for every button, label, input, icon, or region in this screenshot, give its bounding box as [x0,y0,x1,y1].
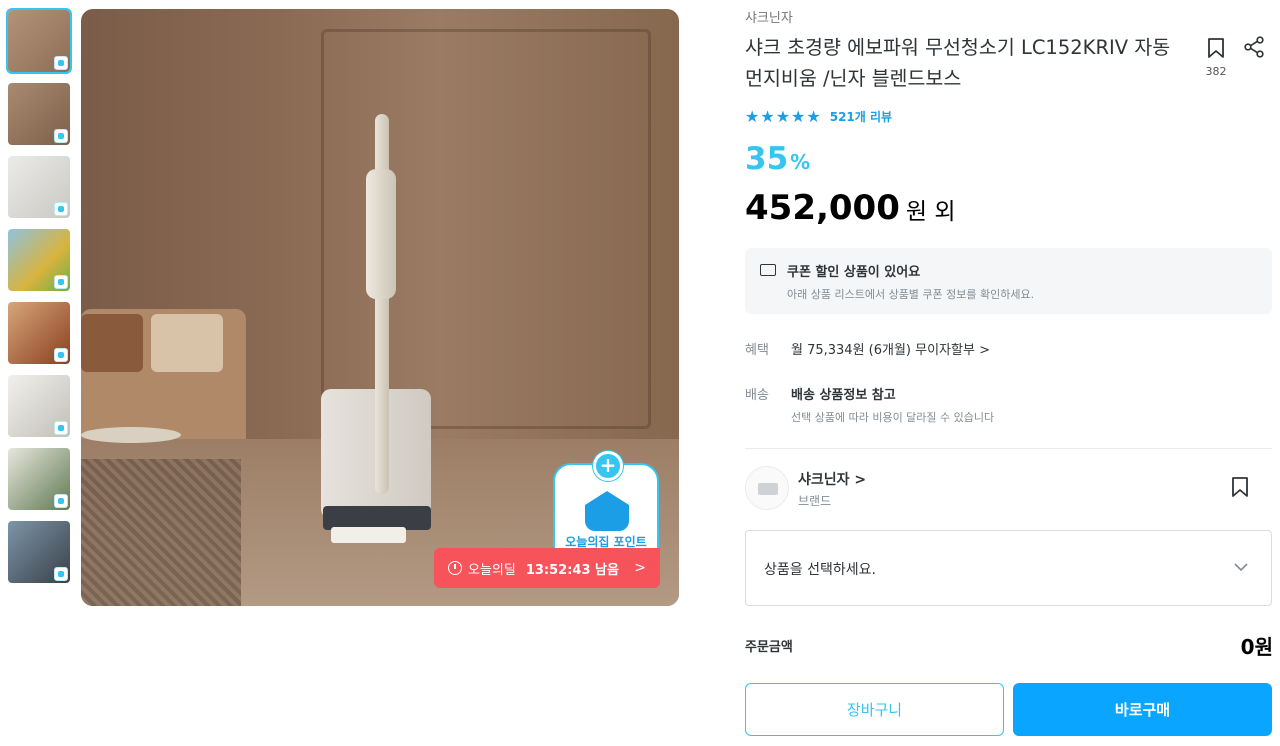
add-to-cart-button[interactable]: 장바구니 [745,683,1004,736]
star-icon: ★ [806,107,821,126]
seller-type: 브랜드 [798,494,832,508]
chevron-down-icon [1234,563,1248,572]
point-badge-icon [54,421,68,435]
point-badge-icon [54,56,68,70]
share-icon [1244,36,1264,58]
bookmark-icon [1232,477,1248,497]
seller-bookmark-button[interactable] [1231,476,1249,502]
clock-icon [448,561,462,575]
star-icon: ★ [760,107,775,126]
scrap-button[interactable]: 382 [1203,37,1229,78]
star-icon: ★ [775,107,791,126]
today-deal-bar[interactable]: 오늘의딜 13:52:43 남음 > [434,548,660,588]
installment-link[interactable]: 월 75,334원 (6개월) 무이자할부 > [791,339,990,358]
seller-name-link[interactable]: 샤크닌자 > [798,469,866,489]
thumbnail-6[interactable] [8,375,70,437]
order-amount-label: 주문금액 [745,640,793,655]
thumbnail-4[interactable] [8,229,70,291]
product-title: 샤크 초경량 에보파워 무선청소기 LC152KRIV 자동 먼지비움 /닌자 … [745,36,1171,90]
point-badge-icon [54,129,68,143]
shipping-value: 배송 상품정보 참고 [791,388,896,403]
bookmark-icon [1208,38,1224,58]
price-value: 452,000 [745,188,900,228]
thumbnail-7[interactable] [8,448,70,510]
coupon-title: 쿠폰 할인 상품이 있어요 [787,265,921,280]
point-badge-icon [54,275,68,289]
deal-label: 오늘의딜 [468,562,516,578]
thumbnail-8[interactable] [8,521,70,583]
order-amount-total: 0원 [1240,635,1273,659]
discount-unit: % [790,150,811,174]
ohouse-point-badge[interactable]: + 오늘의집 포인트 [553,451,659,553]
divider [745,448,1272,449]
review-count-link[interactable]: 521개 리뷰 [830,108,892,125]
image-cushion [151,314,223,372]
thumbnail-list [6,8,72,594]
seller-avatar[interactable] [745,466,789,510]
image-cushion [81,314,143,372]
thumbnail-5[interactable] [8,302,70,364]
thumbnail-1[interactable] [6,8,72,74]
price-unit: 원 외 [905,199,956,225]
option-select-placeholder: 상품을 선택하세요. [764,562,876,578]
star-icon: ★ [745,107,760,126]
rating-row: ★ ★ ★ ★ ★ 521개 리뷰 [745,107,892,126]
shipping-label: 배송 [745,388,769,403]
point-badge-icon [54,202,68,216]
thumbnail-2[interactable] [8,83,70,145]
thumbnail-3[interactable] [8,156,70,218]
plus-icon: + [593,451,623,481]
image-table [81,427,181,443]
main-product-image[interactable]: + 오늘의집 포인트 오늘의딜 13:52:43 남음 > [81,9,679,606]
coupon-box[interactable]: 쿠폰 할인 상품이 있어요 아래 상품 리스트에서 상품별 쿠폰 정보를 확인하… [745,248,1272,314]
image-rug [81,459,241,606]
shipping-note: 선택 상품에 따라 비용이 달라질 수 있습니다 [791,411,995,424]
image-stand-plate [331,527,406,543]
discount-value: 35 [745,141,789,177]
buy-now-button[interactable]: 바로구매 [1013,683,1272,736]
point-badge-icon [54,494,68,508]
deal-timer: 13:52:43 남음 [525,562,619,578]
coupon-subtitle: 아래 상품 리스트에서 상품별 쿠폰 정보를 확인하세요. [787,288,1035,301]
star-icon: ★ [791,107,806,126]
discount-rate: 35% [745,141,810,177]
sale-price: 452,000 원 외 [745,188,956,228]
share-button[interactable] [1243,36,1265,62]
scrap-count: 382 [1205,65,1227,78]
house-icon [585,491,629,531]
point-badge-icon [54,567,68,581]
chevron-right-icon: > [634,560,646,576]
point-badge-icon [54,348,68,362]
image-vacuum-body [366,169,396,299]
brand-link[interactable]: 샤크닌자 [745,7,793,26]
benefit-label: 혜택 [745,343,769,358]
option-select[interactable]: 상품을 선택하세요. [745,530,1272,606]
coupon-icon [760,264,776,276]
